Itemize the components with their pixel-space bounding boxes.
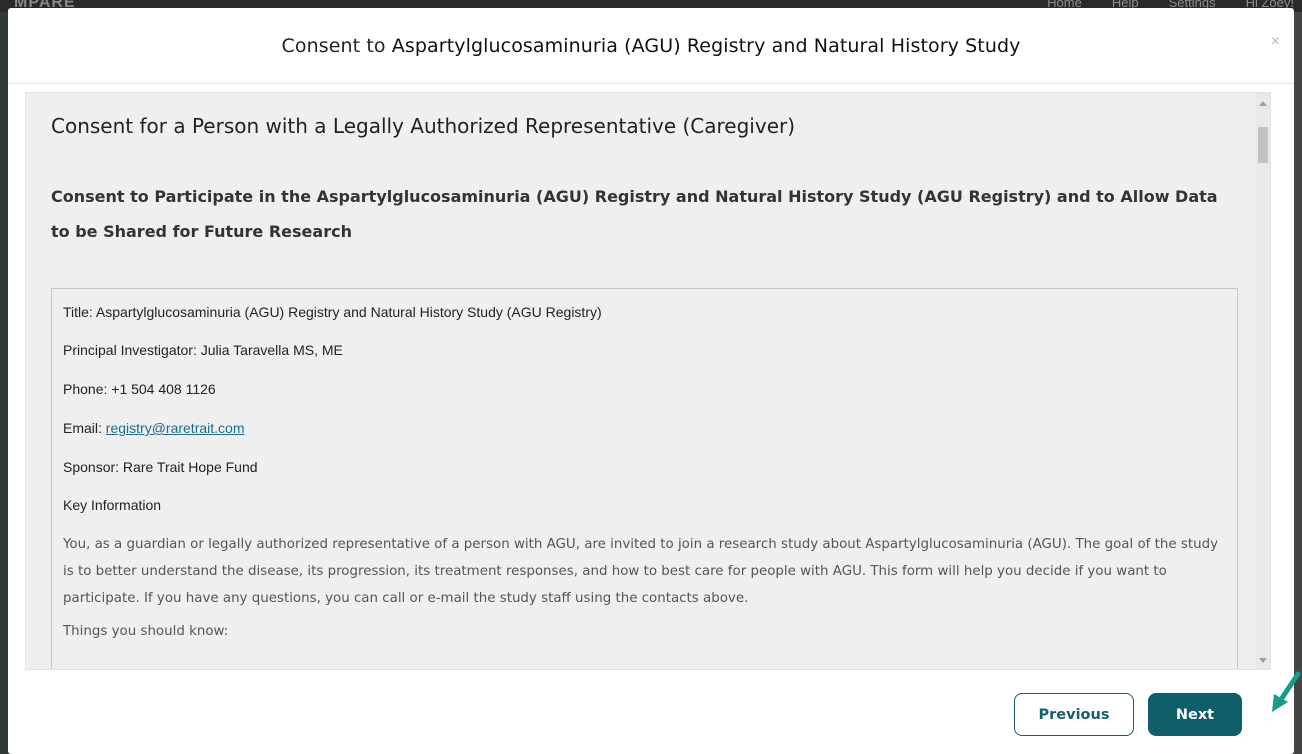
pointer-arrow-icon (1272, 671, 1301, 712)
consent-modal: Consent to Aspartylglucosaminuria (AGU) … (8, 8, 1294, 754)
key-information-text: You, as a guardian or legally authorized… (63, 537, 1219, 606)
previous-button[interactable]: Previous (1014, 693, 1134, 736)
scrollbar-thumb[interactable] (1258, 127, 1268, 163)
email-label: Email: (63, 420, 106, 436)
modal-title-study: Aspartylglucosaminuria (AGU) Registry an… (391, 34, 1021, 57)
key-information-paragraph: You, as a guardian or legally authorized… (63, 531, 1228, 645)
key-information-heading: Key Information (63, 497, 162, 513)
consent-document: Title: Aspartylglucosaminuria (AGU) Regi… (51, 288, 1238, 669)
consent-heading: Consent for a Person with a Legally Auth… (51, 114, 796, 138)
consent-content-panel[interactable]: Consent for a Person with a Legally Auth… (25, 92, 1271, 670)
consent-scroll-area: Consent for a Person with a Legally Auth… (26, 93, 1256, 669)
modal-header: Consent to Aspartylglucosaminuria (AGU) … (8, 8, 1294, 84)
close-icon[interactable]: × (1271, 34, 1280, 50)
scroll-up-arrow-icon[interactable] (1259, 101, 1267, 106)
scroll-down-arrow-icon[interactable] (1259, 658, 1267, 663)
principal-investigator: Principal Investigator: Julia Taravella … (63, 342, 343, 358)
email-link[interactable]: registry@raretrait.com (106, 420, 245, 436)
content-scrollbar[interactable] (1256, 93, 1270, 669)
next-button[interactable]: Next (1148, 693, 1242, 736)
background-left-edge (0, 12, 8, 754)
study-title: Title: Aspartylglucosaminuria (AGU) Regi… (63, 304, 602, 320)
things-you-should-know: Things you should know: (63, 624, 229, 639)
sponsor: Sponsor: Rare Trait Hope Fund (63, 459, 258, 475)
consent-subheading: Consent to Participate in the Aspartylgl… (51, 187, 1218, 241)
email-line: Email: registry@raretrait.com (63, 420, 244, 436)
phone-number: Phone: +1 504 408 1126 (63, 381, 216, 397)
modal-title-prefix: Consent to (281, 34, 392, 57)
background-right-edge (1294, 12, 1302, 754)
modal-title: Consent to Aspartylglucosaminuria (AGU) … (282, 35, 1021, 57)
